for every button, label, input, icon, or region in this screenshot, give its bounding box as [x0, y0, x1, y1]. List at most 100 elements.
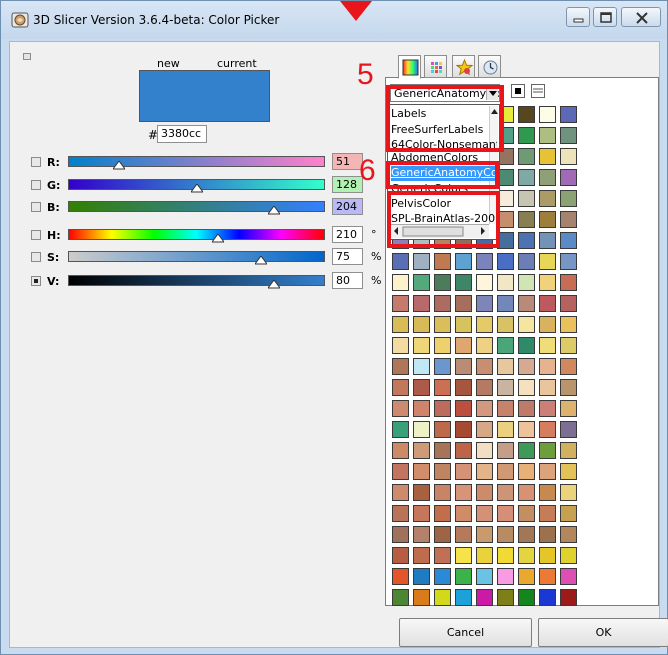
- channel-checkbox-5[interactable]: [31, 276, 41, 286]
- color-swatch-cell[interactable]: [434, 568, 451, 585]
- color-swatch-cell[interactable]: [434, 484, 451, 501]
- color-swatch-cell[interactable]: [455, 358, 472, 375]
- color-swatch-cell[interactable]: [413, 505, 430, 522]
- color-swatch-cell[interactable]: [434, 463, 451, 480]
- channel-slider[interactable]: [68, 229, 325, 240]
- color-swatch-cell[interactable]: [413, 442, 430, 459]
- color-swatch-cell[interactable]: [392, 379, 409, 396]
- color-swatch-cell[interactable]: [560, 253, 577, 270]
- color-swatch-cell[interactable]: [413, 358, 430, 375]
- color-swatch-cell[interactable]: [413, 337, 430, 354]
- color-swatch-cell[interactable]: [518, 442, 535, 459]
- color-swatch-cell[interactable]: [434, 526, 451, 543]
- color-swatch-cell[interactable]: [539, 589, 556, 606]
- color-swatch-cell[interactable]: [497, 316, 514, 333]
- color-swatch-cell[interactable]: [518, 505, 535, 522]
- slider-thumb-icon[interactable]: [254, 256, 267, 265]
- color-swatch-cell[interactable]: [497, 337, 514, 354]
- color-swatch-cell[interactable]: [518, 295, 535, 312]
- swatch-size-large-button[interactable]: [531, 84, 545, 98]
- color-swatch-cell[interactable]: [539, 169, 556, 186]
- color-swatch-cell[interactable]: [497, 358, 514, 375]
- color-swatch-cell[interactable]: [434, 421, 451, 438]
- channel-value-field[interactable]: 75: [332, 248, 363, 265]
- maximize-button[interactable]: [593, 7, 617, 27]
- color-swatch-cell[interactable]: [455, 400, 472, 417]
- color-swatch-cell[interactable]: [413, 400, 430, 417]
- color-swatch-cell[interactable]: [518, 547, 535, 564]
- color-swatch-cell[interactable]: [497, 274, 514, 291]
- color-swatch-cell[interactable]: [539, 379, 556, 396]
- color-swatch-cell[interactable]: [434, 442, 451, 459]
- color-swatch-cell[interactable]: [539, 337, 556, 354]
- color-swatch-cell[interactable]: [476, 484, 493, 501]
- color-swatch-cell[interactable]: [434, 337, 451, 354]
- color-swatch-cell[interactable]: [518, 379, 535, 396]
- color-swatch-cell[interactable]: [518, 589, 535, 606]
- color-swatch-cell[interactable]: [434, 379, 451, 396]
- color-swatch-cell[interactable]: [539, 547, 556, 564]
- color-swatch-cell[interactable]: [518, 211, 535, 228]
- color-swatch-cell[interactable]: [476, 316, 493, 333]
- color-swatch-cell[interactable]: [476, 589, 493, 606]
- color-swatch-cell[interactable]: [476, 505, 493, 522]
- color-swatch-cell[interactable]: [497, 505, 514, 522]
- color-swatch-cell[interactable]: [518, 106, 535, 123]
- slider-thumb-icon[interactable]: [190, 184, 203, 193]
- color-swatch-cell[interactable]: [413, 547, 430, 564]
- slider-thumb-icon[interactable]: [267, 280, 280, 289]
- channel-slider[interactable]: [68, 201, 325, 212]
- color-swatch-cell[interactable]: [560, 568, 577, 585]
- color-swatch-cell[interactable]: [518, 484, 535, 501]
- channel-checkbox-1[interactable]: [31, 180, 41, 190]
- channel-checkbox-0[interactable]: [31, 157, 41, 167]
- color-swatch-cell[interactable]: [455, 526, 472, 543]
- color-swatch-cell[interactable]: [434, 253, 451, 270]
- color-swatch-cell[interactable]: [560, 442, 577, 459]
- color-swatch-cell[interactable]: [476, 400, 493, 417]
- color-swatch-cell[interactable]: [497, 568, 514, 585]
- color-swatch-cell[interactable]: [392, 400, 409, 417]
- color-swatch-cell[interactable]: [434, 274, 451, 291]
- color-swatch-cell[interactable]: [392, 274, 409, 291]
- color-swatch-cell[interactable]: [392, 442, 409, 459]
- color-swatch-cell[interactable]: [560, 400, 577, 417]
- color-swatch-cell[interactable]: [413, 379, 430, 396]
- color-swatch-cell[interactable]: [497, 547, 514, 564]
- color-swatch-cell[interactable]: [434, 295, 451, 312]
- channel-checkbox-3[interactable]: [31, 230, 41, 240]
- color-swatch-cell[interactable]: [539, 400, 556, 417]
- cancel-button[interactable]: Cancel: [399, 618, 532, 647]
- color-swatch-cell[interactable]: [539, 295, 556, 312]
- color-swatch-cell[interactable]: [539, 316, 556, 333]
- channel-slider[interactable]: [68, 156, 325, 167]
- color-swatch-cell[interactable]: [434, 316, 451, 333]
- color-swatch-cell[interactable]: [476, 358, 493, 375]
- hex-color-input[interactable]: 3380cc: [157, 125, 207, 143]
- color-swatch-cell[interactable]: [497, 463, 514, 480]
- color-swatch-cell[interactable]: [560, 589, 577, 606]
- color-swatch-cell[interactable]: [539, 106, 556, 123]
- slider-thumb-icon[interactable]: [267, 206, 280, 215]
- color-swatch-cell[interactable]: [560, 463, 577, 480]
- color-swatch-cell[interactable]: [560, 169, 577, 186]
- color-swatch-cell[interactable]: [455, 295, 472, 312]
- color-swatch-cell[interactable]: [539, 190, 556, 207]
- color-swatch-cell[interactable]: [434, 505, 451, 522]
- color-swatch-cell[interactable]: [539, 442, 556, 459]
- color-swatch-cell[interactable]: [518, 127, 535, 144]
- color-swatch-cell[interactable]: [413, 463, 430, 480]
- color-swatch-cell[interactable]: [392, 526, 409, 543]
- color-swatch-cell[interactable]: [413, 568, 430, 585]
- color-swatch-cell[interactable]: [539, 211, 556, 228]
- minimize-button[interactable]: [566, 7, 590, 27]
- color-swatch-cell[interactable]: [539, 148, 556, 165]
- color-swatch-cell[interactable]: [518, 358, 535, 375]
- swatch-size-small-button[interactable]: [511, 84, 525, 98]
- color-swatch-cell[interactable]: [392, 316, 409, 333]
- color-swatch-cell[interactable]: [476, 442, 493, 459]
- color-swatch-cell[interactable]: [518, 568, 535, 585]
- color-swatch-cell[interactable]: [455, 568, 472, 585]
- color-swatch-cell[interactable]: [539, 127, 556, 144]
- color-swatch-cell[interactable]: [539, 358, 556, 375]
